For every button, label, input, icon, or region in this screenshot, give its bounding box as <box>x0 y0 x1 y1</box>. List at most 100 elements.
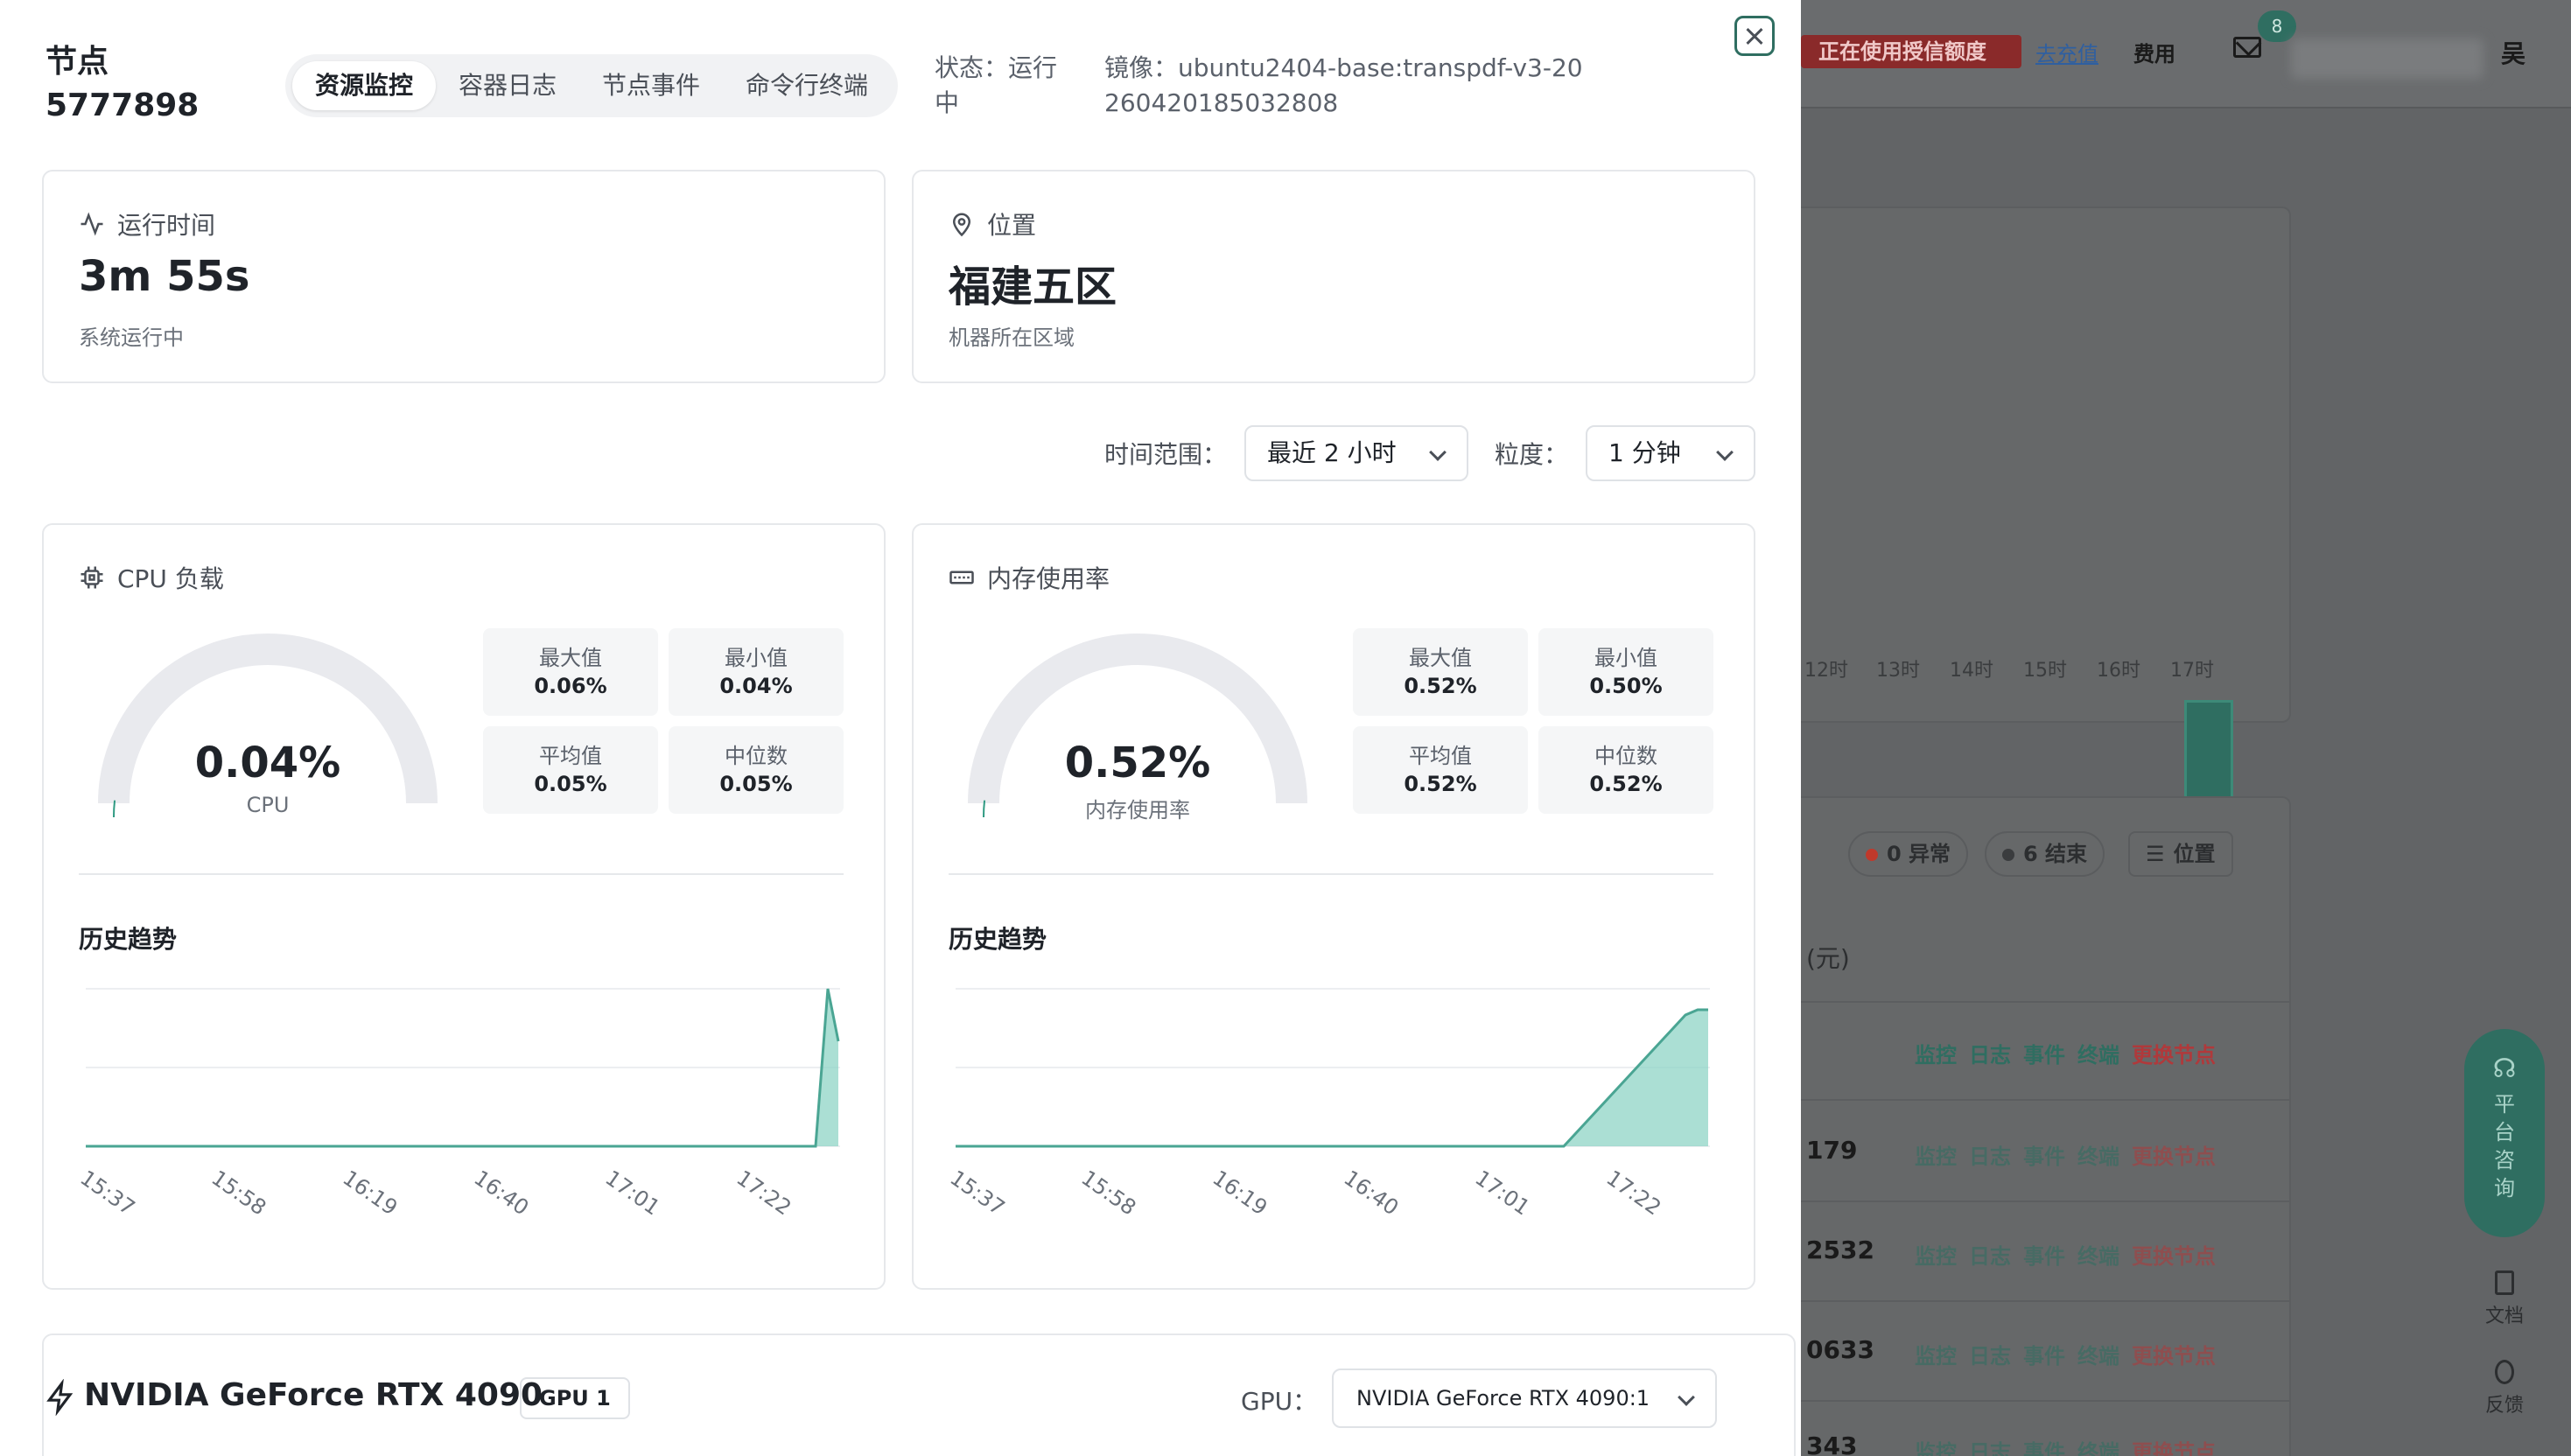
stat-value: 0.52% <box>1589 772 1663 796</box>
row-actions[interactable]: 监控 日志 事件 终端 更换节点 <box>1915 1239 2228 1270</box>
row-terminal-link[interactable]: 终端 <box>2077 1244 2119 1269</box>
gpu-select[interactable]: NVIDIA GeForce RTX 4090:1 <box>1332 1368 1717 1428</box>
row-actions[interactable]: 监控 日志 事件 终端 更换节点 <box>1915 1435 2228 1456</box>
memory-title-text: 内存使用率 <box>987 564 1110 593</box>
cpu-stat-median: 中位数 0.05% <box>669 726 844 814</box>
time-range-value: 最近 2 小时 <box>1267 438 1397 467</box>
row-terminal-link[interactable]: 终端 <box>2077 1344 2119 1368</box>
header-events: 事件 <box>2023 1043 2065 1068</box>
tab-node-events[interactable]: 节点事件 <box>579 61 723 110</box>
cpu-gauge: 0.04% CPU <box>98 628 438 838</box>
gpu-select-value: NVIDIA GeForce RTX 4090:1 <box>1356 1386 1650 1410</box>
node-title: 节点 5777898 <box>46 40 199 128</box>
stat-value: 0.04% <box>719 674 793 698</box>
memory-label: 内存使用率 <box>1085 798 1190 822</box>
row-logs-link[interactable]: 日志 <box>1969 1244 2011 1269</box>
time-range-label: 时间范围： <box>1104 440 1228 469</box>
feedback-label: 反馈 <box>2484 1395 2524 1417</box>
tab-terminal[interactable]: 命令行终端 <box>723 61 891 110</box>
row-terminal-link[interactable]: 终端 <box>2077 1144 2119 1169</box>
mail-icon[interactable] <box>2233 37 2261 58</box>
filter-abnormal-label: 0 异常 <box>1887 842 1951 866</box>
background-xtick: 13时 <box>1876 660 1920 682</box>
credit-alert: 正在使用授信额度 <box>1801 35 2021 68</box>
feedback-button[interactable]: 反馈 <box>2468 1360 2541 1418</box>
x-tick-label: 17:01 <box>1471 1166 1535 1221</box>
row-actions[interactable]: 监控 日志 事件 终端 更换节点 <box>1915 1139 2228 1170</box>
row-monitor-link[interactable]: 监控 <box>1915 1144 1957 1169</box>
row-logs-link[interactable]: 日志 <box>1969 1344 2011 1368</box>
background-xtick: 15时 <box>2023 660 2067 682</box>
close-icon[interactable] <box>1734 16 1775 56</box>
consult-label: 平台咨询 <box>2494 1092 2515 1200</box>
gray-dot-icon <box>2002 849 2014 861</box>
red-dot-icon <box>1866 849 1878 861</box>
stat-value: 0.52% <box>1404 772 1477 796</box>
x-tick-label: 15:58 <box>1077 1166 1141 1221</box>
gpu-name: NVIDIA GeForce RTX 4090 <box>84 1377 543 1413</box>
location-filter-button[interactable]: ☰ 位置 <box>2128 831 2233 877</box>
row-terminal-link[interactable]: 终端 <box>2077 1440 2119 1456</box>
uptime-title: 运行时间 <box>79 206 215 242</box>
user-avatar[interactable]: 吴 <box>2501 35 2525 70</box>
stat-value: 0.50% <box>1589 674 1663 698</box>
row-events-link[interactable]: 事件 <box>2023 1244 2065 1269</box>
node-image: 镜像：ubuntu2404-base:transpdf-v3-202604201… <box>1104 53 1583 117</box>
row-actions[interactable]: 监控 日志 事件 终端 更换节点 <box>1915 1339 2228 1369</box>
table-header-actions: 监控 日志 事件 终端 更换节点 <box>1915 1038 2228 1068</box>
x-tick-label: 16:19 <box>339 1166 403 1221</box>
row-replace-link[interactable]: 更换节点 <box>2132 1244 2216 1269</box>
memory-stats: 最大值 0.52% 最小值 0.50% 平均值 0.52% 中位数 0.52% <box>1353 628 1713 814</box>
table-cell-id: 2532 <box>1806 1236 1874 1264</box>
row-logs-link[interactable]: 日志 <box>1969 1440 2011 1456</box>
filter-abnormal[interactable]: 0 异常 <box>1848 831 1969 877</box>
fee-link[interactable]: 费用 <box>2133 37 2175 67</box>
stat-key: 最大值 <box>539 646 602 670</box>
row-monitor-link[interactable]: 监控 <box>1915 1244 1957 1269</box>
uptime-sub: 系统运行中 <box>79 326 184 350</box>
x-tick-label: 17:01 <box>601 1166 665 1221</box>
row-monitor-link[interactable]: 监控 <box>1915 1344 1957 1368</box>
stat-key: 中位数 <box>725 744 788 768</box>
tab-resource-monitor[interactable]: 资源监控 <box>292 61 437 110</box>
row-events-link[interactable]: 事件 <box>2023 1144 2065 1169</box>
gpu-tag: GPU 1 <box>520 1377 630 1419</box>
gpu-select-label: GPU： <box>1241 1387 1318 1416</box>
platform-consult-button[interactable]: ☊ 平台咨询 <box>2464 1029 2545 1237</box>
table-header-row <box>1801 1001 2291 1003</box>
row-replace-link[interactable]: 更换节点 <box>2132 1440 2216 1456</box>
row-events-link[interactable]: 事件 <box>2023 1440 2065 1456</box>
stat-value: 0.52% <box>1404 674 1477 698</box>
header-replace: 更换节点 <box>2132 1043 2216 1068</box>
row-monitor-link[interactable]: 监控 <box>1915 1440 1957 1456</box>
table-cell-id: 343 <box>1806 1432 1858 1456</box>
x-tick-label: 15:37 <box>949 1166 1009 1221</box>
row-replace-link[interactable]: 更换节点 <box>2132 1344 2216 1368</box>
activity-icon <box>81 212 103 236</box>
uptime-value: 3m 55s <box>79 252 250 301</box>
memory-stat-median: 中位数 0.52% <box>1538 726 1713 814</box>
filter-ended-label: 6 结束 <box>2023 842 2088 866</box>
docs-button[interactable]: 文档 <box>2468 1270 2541 1328</box>
row-events-link[interactable]: 事件 <box>2023 1344 2065 1368</box>
tab-container-logs[interactable]: 容器日志 <box>436 61 579 110</box>
node-id: 5777898 <box>46 88 200 123</box>
table-row <box>1801 1300 2291 1302</box>
x-tick-label: 15:37 <box>79 1166 139 1221</box>
row-replace-link[interactable]: 更换节点 <box>2132 1144 2216 1169</box>
granularity-value: 1 分钟 <box>1608 438 1681 467</box>
x-tick-label: 16:40 <box>470 1166 534 1221</box>
stat-key: 最小值 <box>725 646 788 670</box>
row-logs-link[interactable]: 日志 <box>1969 1144 2011 1169</box>
memory-history-title: 历史趋势 <box>949 925 1047 954</box>
lightning-icon <box>46 1379 74 1416</box>
granularity-select[interactable]: 1 分钟 <box>1586 425 1755 481</box>
recharge-link[interactable]: 去充值 <box>2035 37 2098 67</box>
cpu-title: CPU 负载 <box>79 560 224 595</box>
filter-ended[interactable]: 6 结束 <box>1985 831 2105 877</box>
time-range-select[interactable]: 最近 2 小时 <box>1244 425 1468 481</box>
memory-card: 内存使用率 0.52% 内存使用率 最大值 0.52% 最小值 0.50% 平均值 0… <box>912 523 1755 1290</box>
cpu-title-text: CPU 负载 <box>117 564 224 593</box>
location-sub: 机器所在区域 <box>949 326 1075 350</box>
memory-gauge: 0.52% 内存使用率 <box>968 628 1307 838</box>
